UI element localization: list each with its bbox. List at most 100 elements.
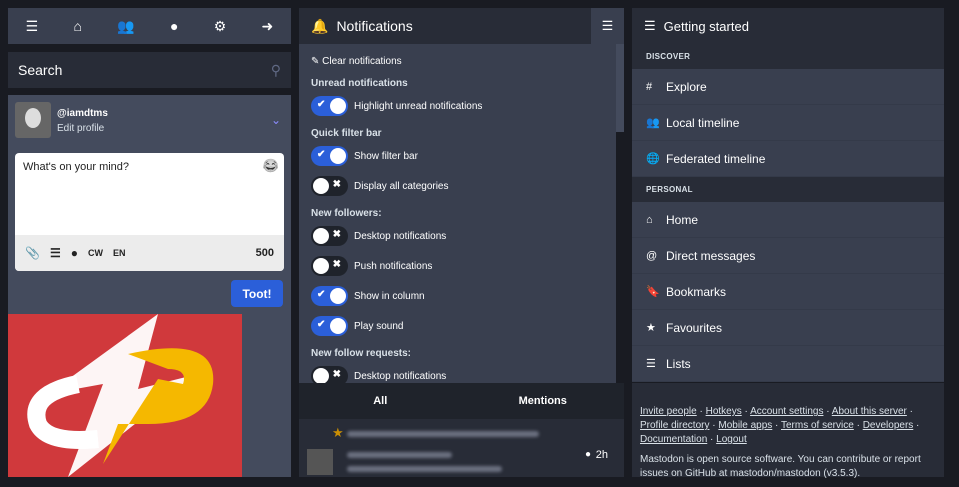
edit-profile-link[interactable]: Edit profile (57, 123, 108, 134)
toggle[interactable]: ✖ (311, 256, 348, 276)
users-icon[interactable]: 👥 (117, 18, 134, 35)
settings-heading: New follow requests: (311, 348, 412, 359)
tab-all[interactable]: All (299, 383, 462, 419)
globe-icon[interactable]: ● (71, 246, 78, 260)
cw-button[interactable]: CW (88, 248, 103, 258)
menu-icon[interactable]: ☰ (26, 18, 39, 35)
footer-link[interactable]: Documentation (640, 434, 707, 445)
x-icon: ✖ (332, 369, 341, 380)
search-icon: ⚲ (270, 61, 281, 78)
section-discover: DISCOVER (632, 44, 944, 69)
char-count: 500 (255, 247, 274, 259)
clear-label: Clear notifications (322, 56, 402, 67)
menu-item[interactable]: ★ Favourites (632, 310, 944, 346)
toggle[interactable]: ✖ (311, 176, 348, 196)
menu-item-icon: @ (646, 249, 658, 262)
setting-row: ✔ Show filter bar (311, 145, 604, 167)
language-button[interactable]: EN (113, 248, 126, 258)
footer-link[interactable]: Profile directory (640, 420, 709, 431)
menu-item-label: Home (666, 212, 699, 227)
menu-item[interactable]: # Explore (632, 69, 944, 105)
menu-item-label: Explore (666, 79, 707, 94)
toggle-label: Desktop notifications (354, 230, 447, 242)
emoji-icon[interactable]: 😂 (263, 158, 279, 174)
app-logo (8, 314, 242, 477)
notification-settings: ✎ Clear notifications Unread notificatio… (299, 44, 616, 383)
menu-item-icon: # (646, 80, 653, 93)
menu-icon: ☰ (644, 18, 656, 33)
section-personal: PERSONAL (632, 177, 944, 202)
toggle-label: Show filter bar (354, 150, 418, 162)
toggle-knob (313, 368, 329, 383)
footer: Invite people · Hotkeys · Account settin… (632, 383, 944, 479)
toggle-knob (330, 98, 346, 114)
footer-link[interactable]: Account settings (750, 406, 823, 417)
column-title: Notifications (336, 18, 413, 34)
sliders-icon: ☰ (601, 18, 614, 33)
globe-icon: ● (584, 449, 591, 460)
menu-item[interactable]: ☰ Lists (632, 346, 944, 382)
toggle[interactable]: ✖ (311, 226, 348, 246)
setting-row: ✖ Display all categories (311, 175, 604, 197)
eraser-icon: ✎ (311, 56, 320, 67)
column-settings-button[interactable]: ☰ (591, 8, 624, 44)
notification-tabs: All Mentions (299, 383, 624, 419)
toggle-knob (330, 148, 346, 164)
footer-link[interactable]: Developers (863, 420, 914, 431)
notification-item[interactable]: ★ ● 2h (299, 419, 624, 477)
avatar[interactable] (15, 102, 51, 138)
toot-button[interactable]: Toot! (231, 280, 283, 307)
search-placeholder: Search (18, 62, 63, 78)
menu-item-icon: 🌐 (646, 153, 660, 165)
gear-icon[interactable]: ⚙ (214, 18, 227, 35)
poll-icon[interactable]: ☰ (50, 246, 61, 260)
toggle[interactable]: ✔ (311, 96, 348, 116)
check-icon: ✔ (317, 149, 326, 160)
menu-item[interactable]: 👥 Local timeline (632, 105, 944, 141)
search-input[interactable]: Search ⚲ (8, 52, 291, 88)
menu-item[interactable]: @ Direct messages (632, 238, 944, 274)
check-icon: ✔ (317, 319, 326, 330)
footer-link[interactable]: Invite people (640, 406, 697, 417)
x-icon: ✖ (332, 259, 341, 270)
clear-notifications-button[interactable]: ✎ Clear notifications (311, 56, 604, 67)
setting-row: ✖ Push notifications (311, 255, 604, 277)
menu-item-label: Bookmarks (666, 284, 727, 299)
footer-link[interactable]: Logout (716, 434, 747, 445)
toggle-label: Display all categories (354, 180, 449, 192)
logout-icon[interactable]: ➜ (262, 18, 274, 35)
notifications-header[interactable]: 🔔 Notifications (299, 8, 591, 44)
menu-item[interactable]: 🔖 Bookmarks (632, 274, 944, 310)
top-nav: ☰ ⌂ 👥 ● ⚙ ➜ (8, 8, 291, 44)
toggle[interactable]: ✔ (311, 146, 348, 166)
toggle-label: Desktop notifications (354, 370, 447, 382)
setting-row: ✔ Play sound (311, 315, 604, 337)
scrollbar[interactable] (616, 44, 624, 132)
toggle-knob (330, 288, 346, 304)
tab-mentions[interactable]: Mentions (462, 383, 625, 419)
compose-textarea[interactable]: What's on your mind? 😂 📎 ☰ ● CW EN 500 (15, 153, 284, 271)
x-icon: ✖ (332, 179, 341, 190)
toggle-knob (313, 258, 329, 274)
setting-row: ✔ Show in column (311, 285, 604, 307)
toggle[interactable]: ✖ (311, 366, 348, 383)
getting-started-menu: DISCOVER # Explore 👥 Local timeline 🌐 Federate… (632, 44, 944, 382)
footer-link[interactable]: Hotkeys (706, 406, 742, 417)
toggle[interactable]: ✔ (311, 316, 348, 336)
toggle[interactable]: ✔ (311, 286, 348, 306)
chevron-down-icon[interactable]: ⌄ (271, 113, 281, 127)
menu-item[interactable]: 🌐 Federated timeline (632, 141, 944, 177)
attach-icon[interactable]: 📎 (25, 246, 40, 260)
footer-link[interactable]: Terms of service (781, 420, 854, 431)
menu-item-icon: ★ (646, 322, 656, 334)
compose-placeholder: What's on your mind? (23, 161, 130, 173)
menu-item-icon: 👥 (646, 117, 660, 129)
setting-row: ✔ Highlight unread notifications (311, 95, 604, 117)
footer-link[interactable]: Mobile apps (718, 420, 772, 431)
globe-icon[interactable]: ● (170, 18, 178, 34)
toggle-label: Show in column (354, 290, 425, 302)
menu-item[interactable]: ⌂ Home (632, 202, 944, 238)
footer-link[interactable]: About this server (832, 406, 907, 417)
menu-item-icon: ☰ (646, 358, 656, 370)
home-icon[interactable]: ⌂ (73, 18, 81, 34)
